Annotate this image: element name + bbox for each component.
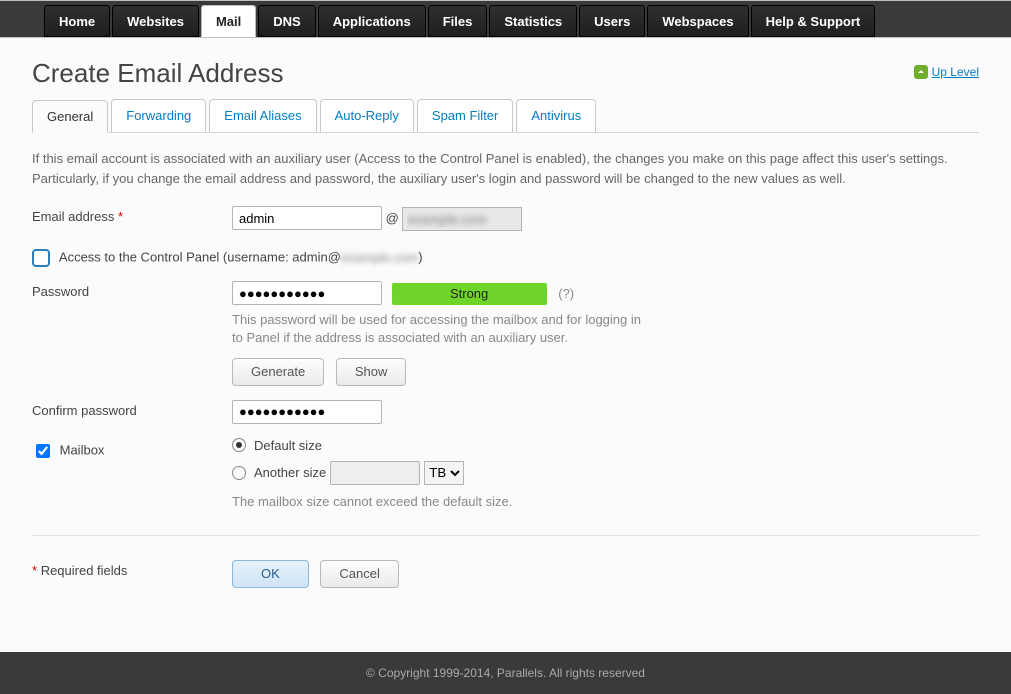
cancel-button[interactable]: Cancel	[320, 560, 398, 588]
at-sign: @	[386, 211, 399, 226]
up-level-icon	[914, 65, 928, 79]
nav-dns[interactable]: DNS	[258, 5, 315, 37]
tab-antivirus[interactable]: Antivirus	[516, 99, 596, 132]
mailbox-label: Mailbox	[60, 442, 105, 457]
subtabs: General Forwarding Email Aliases Auto-Re…	[32, 99, 979, 133]
tab-aliases[interactable]: Email Aliases	[209, 99, 316, 132]
mailbox-label-cell: Mailbox	[32, 438, 232, 461]
top-nav: Home Websites Mail DNS Applications File…	[0, 0, 1011, 38]
password-label: Password	[32, 281, 232, 299]
up-level-label: Up Level	[932, 65, 979, 79]
show-password-button[interactable]: Show	[336, 358, 407, 386]
mailbox-size-another-radio[interactable]	[232, 466, 246, 480]
mailbox-size-hint: The mailbox size cannot exceed the defau…	[232, 493, 652, 511]
up-level-link[interactable]: Up Level	[914, 65, 979, 79]
nav-applications[interactable]: Applications	[318, 5, 426, 37]
tab-autoreply[interactable]: Auto-Reply	[320, 99, 414, 132]
password-hint: This password will be used for accessing…	[232, 311, 652, 347]
password-strength-indicator: Strong	[392, 283, 547, 305]
nav-files[interactable]: Files	[428, 5, 488, 37]
nav-mail[interactable]: Mail	[201, 5, 256, 37]
access-control-panel-checkbox[interactable]	[32, 249, 50, 267]
nav-webspaces[interactable]: Webspaces	[647, 5, 748, 37]
tab-general[interactable]: General	[32, 100, 108, 133]
email-label: Email address *	[32, 206, 232, 224]
nav-websites[interactable]: Websites	[112, 5, 199, 37]
ok-button[interactable]: OK	[232, 560, 309, 588]
generate-password-button[interactable]: Generate	[232, 358, 324, 386]
required-note: * Required fields	[32, 560, 232, 578]
confirm-password-label: Confirm password	[32, 400, 232, 418]
confirm-password-input[interactable]	[232, 400, 382, 424]
access-label: Access to the Control Panel (username: a…	[59, 250, 423, 265]
mailbox-size-default-label: Default size	[254, 438, 322, 453]
mailbox-size-default-radio[interactable]	[232, 438, 246, 452]
form-divider	[32, 535, 979, 536]
password-input[interactable]	[232, 281, 382, 305]
mailbox-checkbox[interactable]	[36, 444, 50, 458]
nav-statistics[interactable]: Statistics	[489, 5, 577, 37]
email-domain-select[interactable]: example.com	[402, 207, 522, 231]
nav-home[interactable]: Home	[44, 5, 110, 37]
mailbox-size-another-label: Another size	[254, 465, 326, 480]
footer-copyright: © Copyright 1999-2014, Parallels. All ri…	[0, 652, 1011, 694]
tab-forwarding[interactable]: Forwarding	[111, 99, 206, 132]
password-help-icon[interactable]: (?)	[558, 286, 574, 301]
mailbox-size-unit-select[interactable]: TB	[424, 461, 464, 485]
page-description: If this email account is associated with…	[32, 149, 979, 188]
page-title: Create Email Address	[32, 58, 979, 89]
nav-help[interactable]: Help & Support	[751, 5, 876, 37]
email-user-input[interactable]	[232, 206, 382, 230]
mailbox-size-input[interactable]	[330, 461, 420, 485]
nav-users[interactable]: Users	[579, 5, 645, 37]
tab-spam[interactable]: Spam Filter	[417, 99, 513, 132]
